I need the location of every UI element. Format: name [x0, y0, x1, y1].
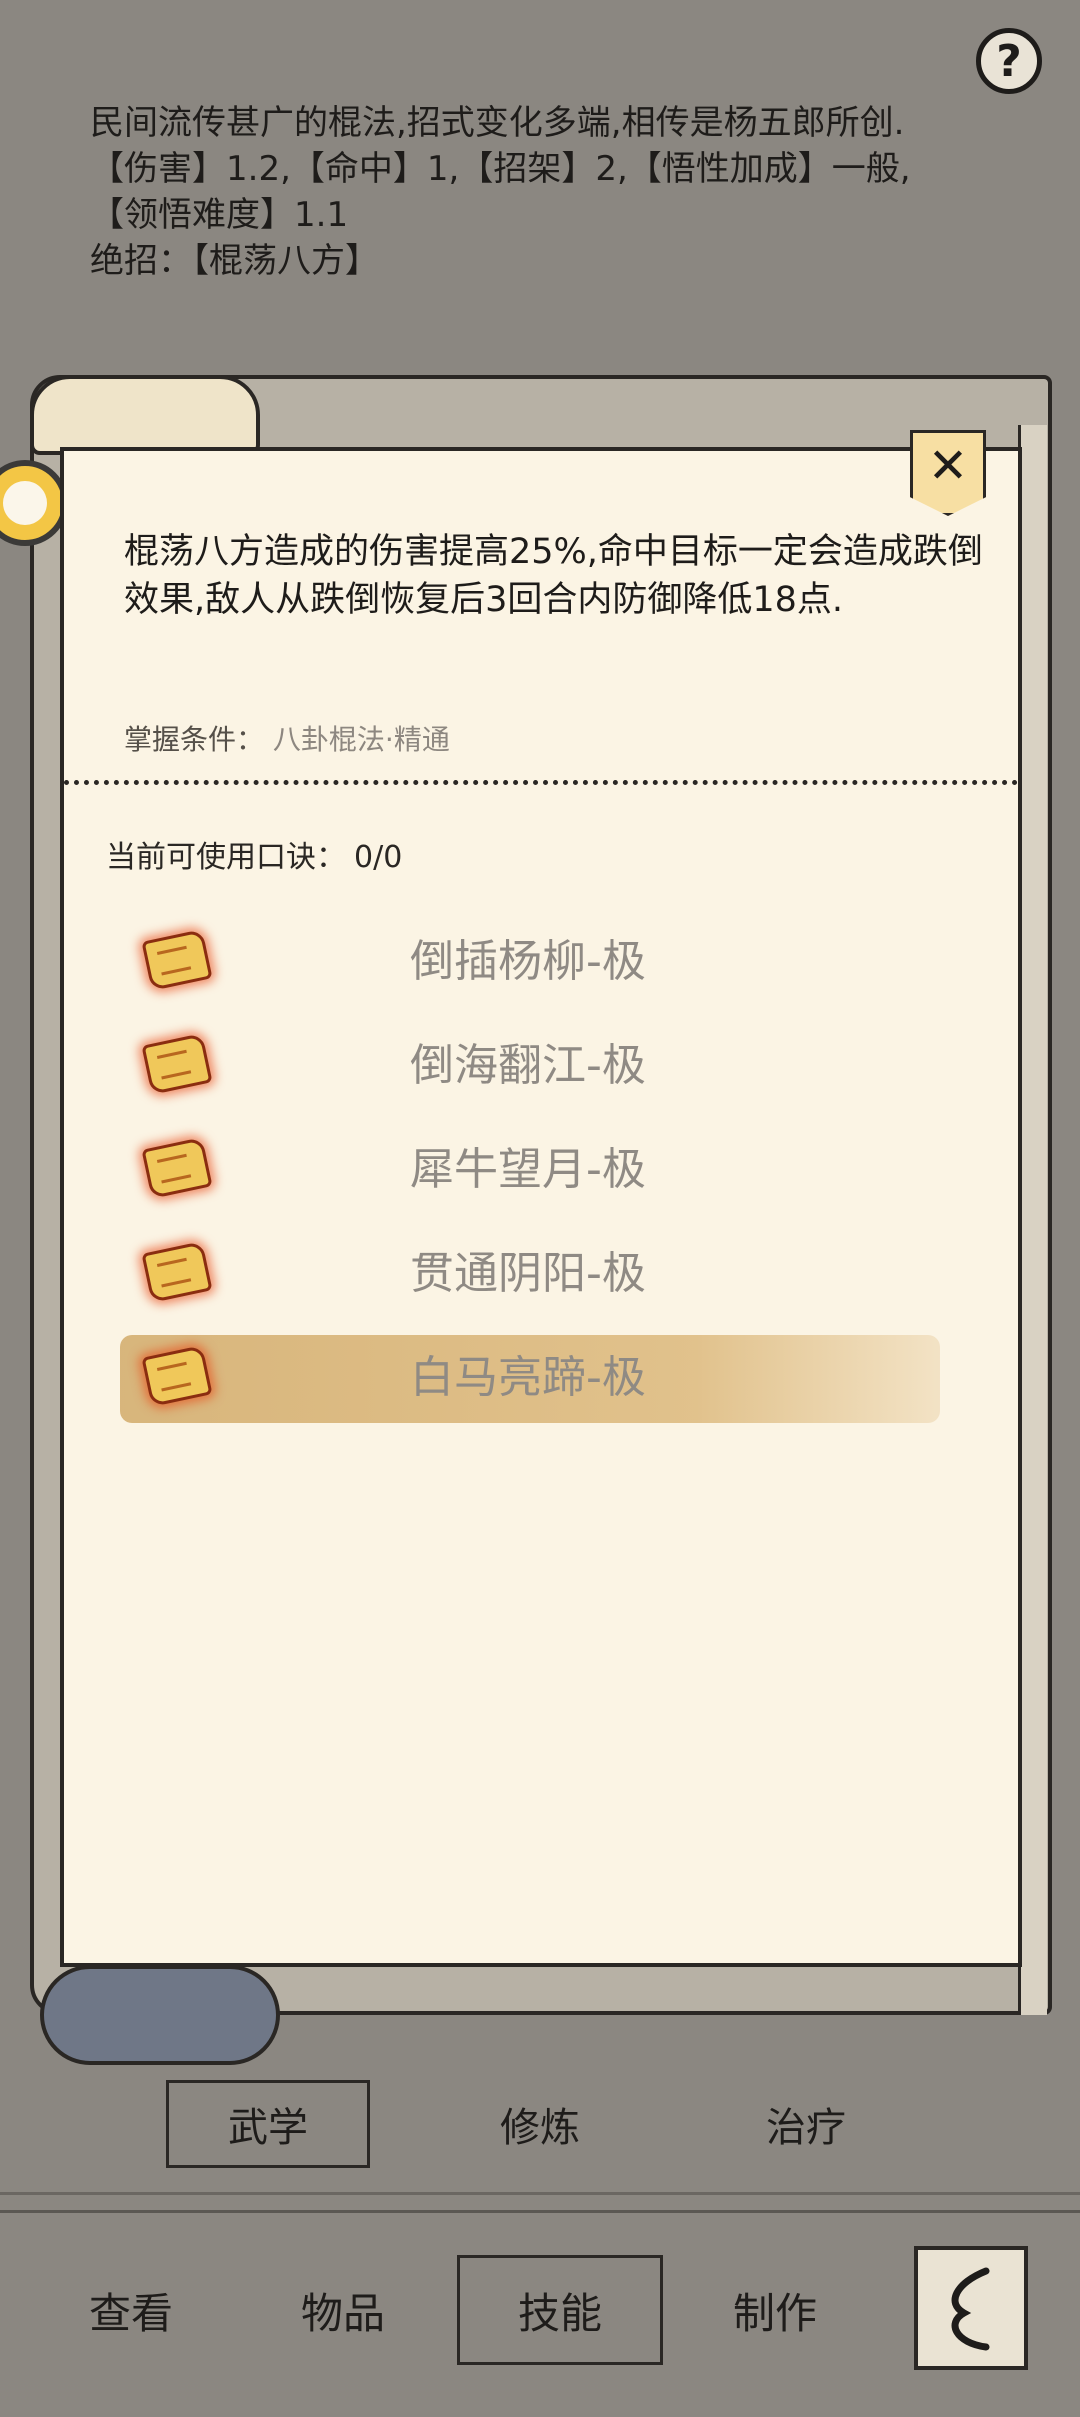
list-item[interactable]: 贯通阴阳-极 [120, 1217, 950, 1321]
tab-cultivation[interactable]: 修炼 [440, 2080, 640, 2168]
nav-view[interactable]: 查看 [56, 2255, 206, 2365]
nav-label: 查看 [88, 2288, 173, 2338]
nav-items[interactable]: 物品 [268, 2255, 418, 2365]
close-icon: ✕ [927, 438, 969, 494]
mantra-label: 倒插杨柳-极 [410, 936, 646, 987]
tab-martial-arts[interactable]: 武学 [166, 2080, 370, 2168]
mantra-label: 犀牛望月-极 [410, 1144, 646, 1195]
dotted-divider [64, 780, 1018, 785]
scroll-icon [136, 1031, 213, 1095]
description-line: 【领悟难度】1.1 [90, 195, 349, 235]
mantra-label: 倒海翻江-极 [410, 1040, 646, 1091]
description-line: 【伤害】1.2,【命中】1,【招架】2,【悟性加成】一般, [90, 149, 911, 189]
back-arrow-icon [951, 2267, 990, 2351]
mantra-label: 白马亮蹄-极 [410, 1352, 646, 1403]
nav-crafting[interactable]: 制作 [700, 2255, 850, 2365]
condition-label: 掌握条件： [124, 723, 265, 756]
nav-label: 物品 [300, 2288, 385, 2338]
description-line: 绝招：【棍荡八方】 [90, 241, 379, 281]
mantra-label: 贯通阴阳-极 [410, 1248, 646, 1299]
help-button[interactable]: ? [976, 28, 1042, 94]
usable-count: 0/0 [354, 840, 403, 875]
list-item[interactable]: 倒插杨柳-极 [120, 905, 950, 1009]
mantra-list: 倒插杨柳-极 倒海翻江-极 犀牛望月-极 贯通阴阳-极 白马亮蹄-极 [120, 905, 950, 1425]
list-item[interactable]: 犀牛望月-极 [120, 1113, 950, 1217]
scroll-icon [136, 1239, 213, 1303]
usable-mantra: 当前可使用口诀： 0/0 [106, 832, 402, 876]
scroll-icon [136, 1135, 213, 1199]
mastery-condition: 掌握条件： 八卦棍法·精通 [124, 718, 450, 758]
avatar-face [3, 481, 47, 525]
tab-label: 治疗 [766, 2105, 846, 2151]
scroll-roll-top [30, 375, 260, 455]
nav-label: 技能 [517, 2288, 602, 2338]
scroll-edge [1018, 425, 1047, 2015]
back-button[interactable] [914, 2246, 1028, 2370]
scroll-icon [136, 927, 213, 991]
list-item[interactable]: 倒海翻江-极 [120, 1009, 950, 1113]
condition-value: 八卦棍法·精通 [272, 723, 450, 756]
martial-art-description: 民间流传甚广的棍法,招式变化多端,相传是杨五郎所创. 【伤害】1.2,【命中】1… [90, 100, 1030, 284]
nav-label: 制作 [732, 2288, 817, 2338]
nav-skills[interactable]: 技能 [457, 2255, 663, 2365]
tab-healing[interactable]: 治疗 [706, 2080, 906, 2168]
scroll-icon [136, 1343, 213, 1407]
usable-label: 当前可使用口诀： [106, 840, 346, 875]
tab-label: 修炼 [500, 2105, 580, 2151]
list-item-selected[interactable]: 白马亮蹄-极 [120, 1321, 950, 1425]
tab-label: 武学 [228, 2105, 308, 2151]
scroll-roll-bottom [40, 1965, 280, 2065]
skill-effect-text: 棍荡八方造成的伤害提高25%,命中目标一定会造成跌倒效果,敌人从跌倒恢复后3回合… [124, 532, 983, 620]
description-line: 民间流传甚广的棍法,招式变化多端,相传是杨五郎所创. [90, 103, 905, 143]
